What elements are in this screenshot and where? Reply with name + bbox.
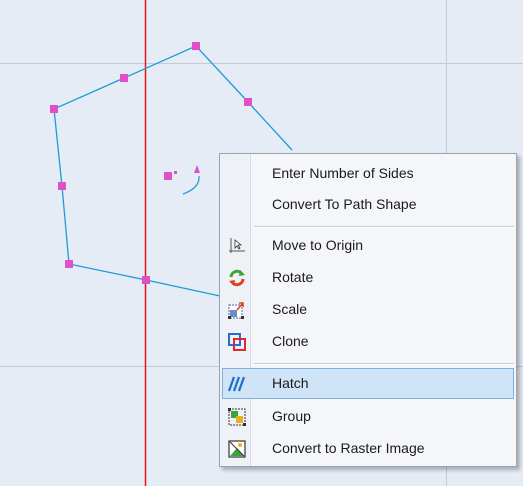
midpoint-handle bbox=[244, 98, 252, 106]
vertex-handle bbox=[65, 260, 73, 268]
menu-item-label: Group bbox=[272, 408, 311, 424]
menu-item-convert-to-path-shape[interactable]: Convert To Path Shape bbox=[222, 189, 514, 220]
menu-item-label: Convert To Path Shape bbox=[272, 196, 417, 212]
menu-item-label: Clone bbox=[272, 333, 309, 349]
menu-item-label: Scale bbox=[272, 301, 308, 317]
menu-item-label: Convert to Raster Image bbox=[272, 440, 425, 456]
menu-item-label: Hatch bbox=[272, 375, 309, 391]
menu-item-move-to-origin[interactable]: Move to Origin bbox=[222, 230, 514, 261]
move-to-origin-icon bbox=[229, 238, 245, 253]
menu-item-scale[interactable]: Scale bbox=[222, 294, 514, 325]
menu-item-label: Rotate bbox=[272, 269, 314, 285]
menu-item-label: Move to Origin bbox=[272, 237, 364, 253]
context-menu: Enter Number of Sides Convert To Path Sh… bbox=[219, 153, 517, 467]
midpoint-handle bbox=[142, 276, 150, 284]
menu-item-convert-to-raster-image[interactable]: Convert to Raster Image bbox=[222, 433, 514, 464]
raster-image-icon bbox=[228, 440, 246, 458]
group-icon bbox=[228, 408, 246, 426]
menu-item-group[interactable]: Group bbox=[222, 401, 514, 432]
scale-icon bbox=[228, 302, 244, 319]
midpoint-handle bbox=[58, 182, 66, 190]
menu-separator bbox=[254, 363, 514, 365]
menu-item-clone[interactable]: Clone bbox=[222, 326, 514, 357]
menu-item-enter-number-of-sides[interactable]: Enter Number of Sides bbox=[222, 158, 514, 189]
clone-icon bbox=[228, 333, 246, 351]
vertex-handle bbox=[192, 42, 200, 50]
hatch-icon bbox=[227, 376, 246, 392]
menu-item-label: Enter Number of Sides bbox=[272, 165, 414, 181]
vertex-handle bbox=[50, 105, 58, 113]
rotate-icon bbox=[229, 269, 245, 287]
menu-item-hatch[interactable]: Hatch bbox=[222, 368, 514, 399]
menu-separator bbox=[254, 226, 514, 228]
menu-item-rotate[interactable]: Rotate bbox=[222, 262, 514, 293]
midpoint-handle bbox=[120, 74, 128, 82]
